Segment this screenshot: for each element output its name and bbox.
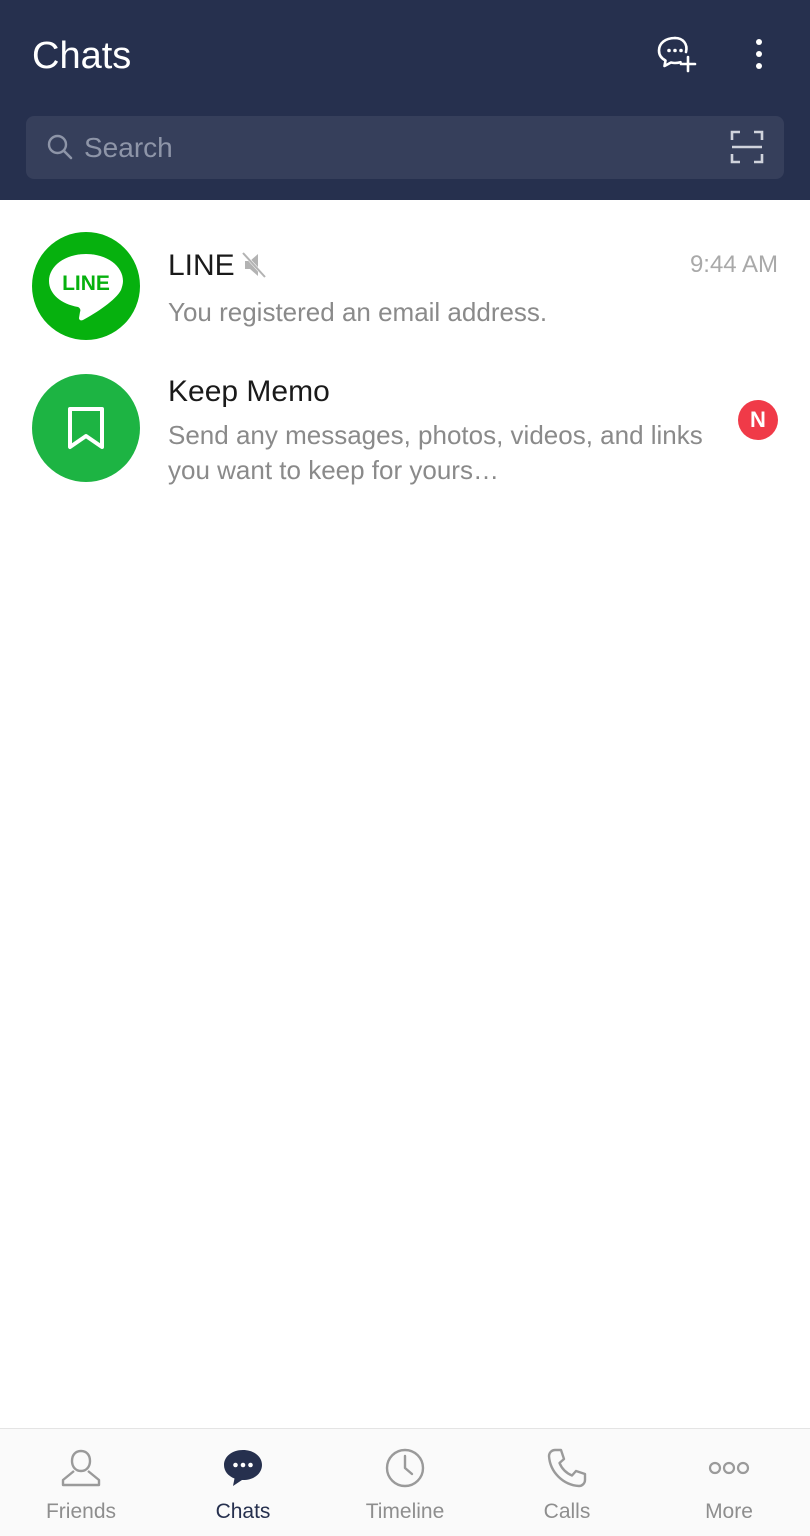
chat-name: Keep Memo [168,375,330,408]
nav-calls[interactable]: Calls [486,1429,648,1536]
nav-label: Chats [215,1500,271,1523]
person-icon [61,1449,101,1487]
line-logo-icon: LINE [49,254,123,321]
search-bar[interactable] [26,116,784,179]
nav-timeline[interactable]: Timeline [324,1429,486,1536]
search-icon [47,134,73,160]
nav-label: More [705,1500,753,1523]
nav-label: Friends [45,1500,117,1523]
app: Chats Search LINE LINE 9:44 AM You regis… [0,0,810,1536]
nav-chats[interactable]: Chats [162,1429,324,1536]
avatar [32,374,140,482]
new-chat-button[interactable] [652,30,700,78]
chat-preview: Send any messages, photos, videos, and l… [168,420,703,485]
nav-more[interactable]: More [648,1429,810,1536]
chat-item-keep-memo[interactable]: Keep Memo Send any messages, photos, vid… [0,362,810,502]
nav-friends[interactable]: Friends [0,1429,162,1536]
search-input[interactable] [84,116,704,179]
chat-bubble-icon [224,1450,262,1486]
nav-label: Calls [543,1500,591,1523]
mute-icon [241,251,267,279]
page-title: Chats [32,35,132,77]
line-logo-text: LINE [62,272,110,295]
chat-add-icon [657,36,697,73]
chat-name: LINE [168,249,235,282]
bookmark-icon [68,407,104,449]
more-vertical-icon [756,39,762,69]
chat-time: 9:44 AM [689,251,778,278]
phone-icon [547,1448,587,1488]
nav-label: Timeline [365,1500,445,1523]
chat-preview: You registered an email address. [168,297,548,327]
menu-button[interactable] [735,30,783,78]
more-horizontal-icon [708,1461,750,1475]
header: Chats [0,0,810,200]
new-badge: N [738,400,778,440]
clock-icon [385,1448,425,1488]
avatar: LINE [32,232,140,340]
chat-item-line[interactable]: LINE LINE 9:44 AM You registered an emai… [0,222,810,352]
qr-scan-icon[interactable] [730,130,764,164]
bottom-nav: Friends Chats Timeline Calls More [0,1428,810,1536]
